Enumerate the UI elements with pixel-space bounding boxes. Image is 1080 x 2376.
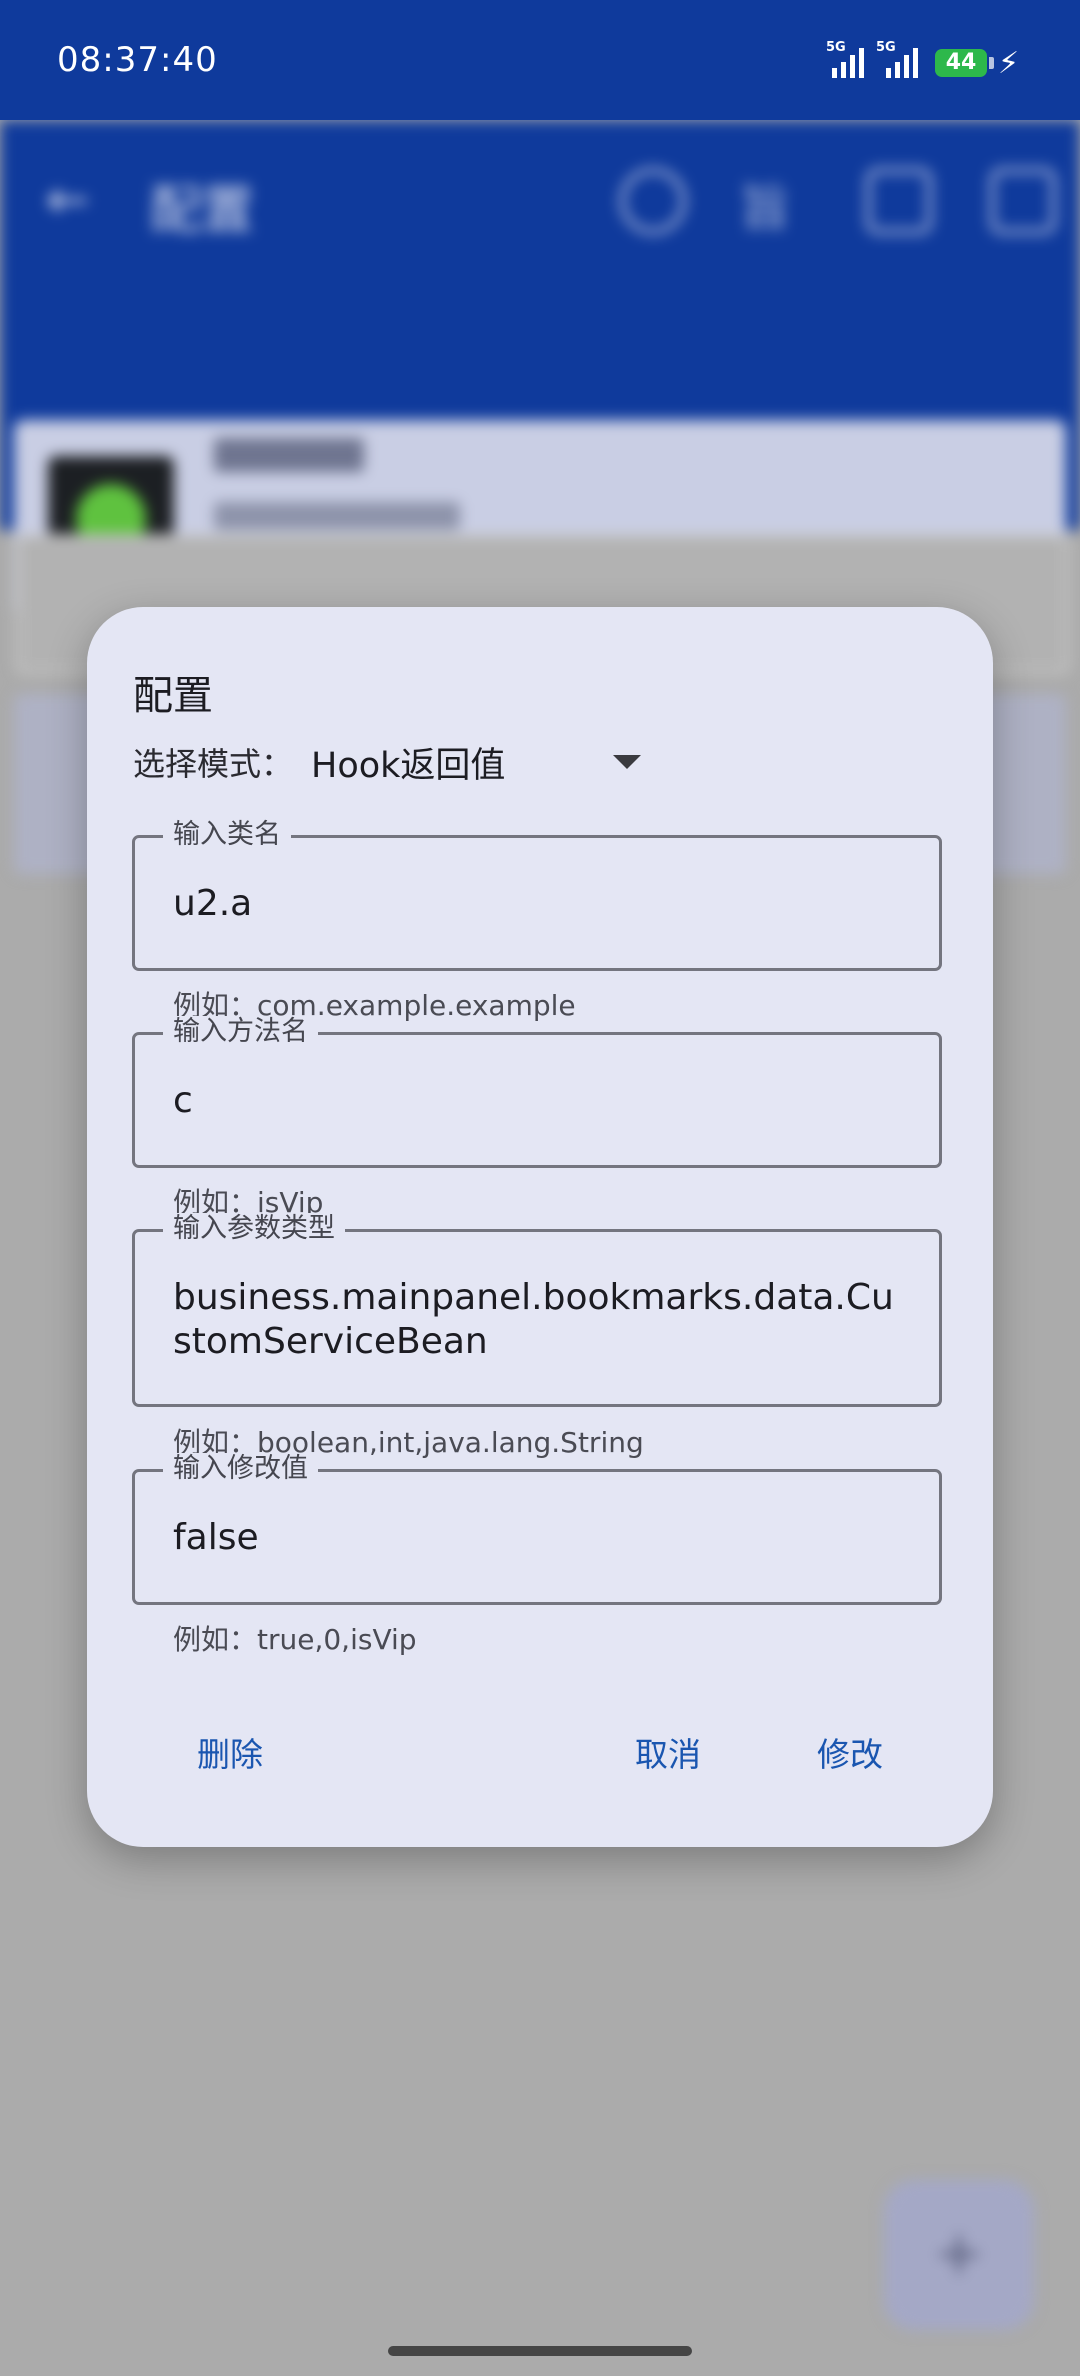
method-name-field[interactable]: 输入方法名 c xyxy=(132,1016,942,1168)
signal-icon: 5G xyxy=(826,40,864,78)
param-type-input[interactable]: business.mainpanel.bookmarks.data.Custom… xyxy=(173,1276,909,1364)
modify-button[interactable]: 修改 xyxy=(817,1728,883,1776)
method-name-input[interactable]: c xyxy=(173,1079,909,1123)
back-arrow-icon: ← xyxy=(46,170,90,230)
app-name-placeholder xyxy=(214,438,364,472)
modify-value-hint: 例如：true,0,isVip xyxy=(173,1623,417,1656)
gesture-nav-handle[interactable] xyxy=(388,2346,692,2356)
class-name-field[interactable]: 输入类名 u2.a xyxy=(132,819,942,971)
translate-icon: 旨 xyxy=(740,179,790,237)
class-name-label: 输入类名 xyxy=(163,819,291,851)
modify-value-label: 输入修改值 xyxy=(163,1453,318,1485)
modify-value-input[interactable]: false xyxy=(173,1516,909,1560)
cancel-button[interactable]: 取消 xyxy=(635,1728,701,1776)
clock: 08:37:40 xyxy=(57,40,218,80)
package-name-placeholder xyxy=(214,502,460,530)
config-dialog: 配置 选择模式： Hook返回值 输入类名 u2.a 例如：com.exampl… xyxy=(87,607,993,1847)
mode-dropdown-value[interactable]: Hook返回值 xyxy=(311,737,505,788)
save-icon xyxy=(990,168,1056,234)
dialog-title: 配置 xyxy=(133,673,213,719)
method-name-label: 输入方法名 xyxy=(163,1016,318,1048)
clipboard-icon xyxy=(866,168,932,234)
param-type-field[interactable]: 输入参数类型 business.mainpanel.bookmarks.data… xyxy=(132,1213,942,1407)
chevron-down-icon[interactable] xyxy=(613,755,641,769)
battery-icon: 44 xyxy=(935,49,994,77)
app-bar: ← 配置 旨 xyxy=(0,120,1080,616)
status-bar: 08:37:40 5G 5G 44 ⚡︎ xyxy=(0,0,1080,120)
modify-value-field[interactable]: 输入修改值 false xyxy=(132,1453,942,1605)
bolt-icon: ⚡︎ xyxy=(998,46,1020,81)
param-type-label: 输入参数类型 xyxy=(163,1213,345,1245)
mode-label: 选择模式： xyxy=(133,745,294,783)
heart-icon xyxy=(620,168,686,234)
signal-icon: 5G xyxy=(876,40,918,78)
class-name-input[interactable]: u2.a xyxy=(173,882,909,926)
delete-button[interactable]: 删除 xyxy=(197,1728,263,1776)
network-type-label: 5G xyxy=(876,40,896,55)
app-bar-title: 配置 xyxy=(150,181,255,241)
add-fab-button xyxy=(884,2180,1034,2330)
network-type-label: 5G xyxy=(826,40,846,55)
